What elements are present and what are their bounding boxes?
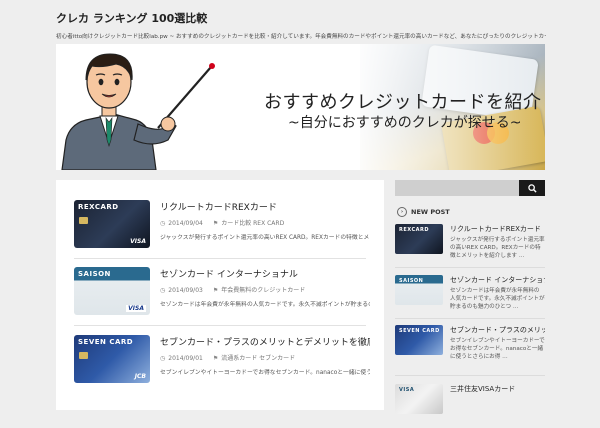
post-list: REXCARD VISA リクルートカードREXカード ◷ 2014/09/04 ⚑… — [56, 180, 384, 410]
post-date: 2014/09/01 — [168, 355, 203, 362]
sidebar-post-item[interactable]: SEVEN CARD セブンカード・プラスのメリットとデメリットを徹底解説 セブ… — [395, 325, 545, 369]
divider — [395, 318, 545, 319]
sidebar-post-item[interactable]: VISA 三井住友VISAカード — [395, 384, 545, 428]
post-category[interactable]: 年会費無料のクレジットカード — [221, 287, 305, 294]
banner-subheadline: ~自分におすすめのクレカが探せる~ — [288, 115, 522, 131]
search-box — [395, 180, 545, 196]
sidebar-post-thumbnail[interactable]: SEVEN CARD — [395, 325, 443, 355]
sidebar-post-excerpt: セブンイレブンやイトーヨーカドーでお得なセブンカード。nanacoと一緒に使うと… — [450, 338, 545, 360]
post-title[interactable]: セブンカード・プラスのメリットとデメリットを徹底解説 — [160, 335, 370, 348]
divider — [74, 325, 366, 326]
divider — [395, 375, 545, 376]
search-input[interactable] — [395, 180, 515, 196]
divider — [395, 267, 545, 268]
sidebar-post-excerpt: セゾンカードは年会費が永年無料の人気カードです。永久不滅ポイントが貯まるのも魅力… — [450, 288, 545, 310]
sidebar-post-thumbnail[interactable]: VISA — [395, 384, 443, 414]
tag-icon: ⚑ — [212, 355, 219, 362]
tag-icon: ⚑ — [212, 287, 219, 294]
arrow-circle-icon: › — [397, 207, 407, 217]
site-title[interactable]: クレカ ランキング 100選比較 — [56, 10, 207, 26]
header-banner[interactable]: おすすめクレジットカードを紹介 ~自分におすすめのクレカが探せる~ — [56, 44, 545, 170]
sidebar-post-excerpt: ジャックスが発行するポイント還元率の高いREX CARD。REXカードの特徴とメ… — [450, 237, 545, 259]
banner-headline: おすすめクレジットカードを紹介 — [264, 92, 542, 113]
clock-icon: ◷ — [160, 287, 166, 294]
post-meta: ◷ 2014/09/03 ⚑ 年会費無料のクレジットカード — [160, 285, 305, 294]
tag-icon: ⚑ — [212, 220, 219, 227]
site-description: 初心者itto向けクレジットカード比較lab.pw ~ おすすめのクレジットカー… — [56, 34, 546, 40]
post-meta: ◷ 2014/09/01 ⚑ 流通系カード セブンカード — [160, 353, 295, 362]
post-item[interactable]: SAISON VISA セゾンカード インターナショナル ◷ 2014/09/03… — [74, 267, 370, 325]
search-icon — [527, 183, 537, 193]
sidebar-post-thumbnail[interactable]: REXCARD — [395, 224, 443, 254]
search-button[interactable] — [519, 180, 545, 196]
sidebar-post-title[interactable]: セブンカード・プラスのメリットとデメリットを徹底解説 — [450, 325, 545, 335]
post-excerpt: ジャックスが発行するポイント還元率の高いREX CARD。REXカードの特徴とメ… — [160, 235, 370, 241]
post-category[interactable]: 流通系カード セブンカード — [221, 355, 295, 362]
post-title[interactable]: リクルートカードREXカード — [160, 200, 370, 213]
sidebar-post-title[interactable]: セゾンカード インターナショナル — [450, 275, 545, 285]
clock-icon: ◷ — [160, 355, 166, 362]
post-excerpt: セゾンカードは年会費が永年無料の人気カードです。永久不滅ポイントが貯まるのも魅力… — [160, 302, 370, 308]
divider — [74, 258, 366, 259]
sidebar-post-item[interactable]: REXCARD リクルートカードREXカード ジャックスが発行するポイント還元率… — [395, 224, 545, 268]
sidebar-post-title[interactable]: 三井住友VISAカード — [450, 384, 545, 394]
presenter-illustration — [61, 53, 215, 170]
clock-icon: ◷ — [160, 220, 166, 227]
post-category[interactable]: カード比較 REX CARD — [221, 220, 284, 227]
post-thumbnail[interactable]: SAISON VISA — [74, 267, 150, 315]
post-title[interactable]: セゾンカード インターナショナル — [160, 267, 370, 280]
post-thumbnail[interactable]: REXCARD VISA — [74, 200, 150, 248]
sidebar-post-item[interactable]: SAISON セゾンカード インターナショナル セゾンカードは年会費が永年無料の… — [395, 275, 545, 319]
post-item[interactable]: SEVEN CARD JCB セブンカード・プラスのメリットとデメリットを徹底解… — [74, 335, 370, 393]
post-date: 2014/09/03 — [168, 287, 203, 294]
sidebar-post-title[interactable]: リクルートカードREXカード — [450, 224, 545, 234]
post-thumbnail[interactable]: SEVEN CARD JCB — [74, 335, 150, 383]
post-meta: ◷ 2014/09/04 ⚑ カード比較 REX CARD — [160, 218, 284, 227]
post-date: 2014/09/04 — [168, 220, 203, 227]
new-post-heading: › NEW POST — [397, 207, 450, 217]
sidebar-post-thumbnail[interactable]: SAISON — [395, 275, 443, 305]
post-excerpt: セブンイレブンやイトーヨーカドーでお得なセブンカード。nanacoと一緒に使うと… — [160, 370, 370, 376]
post-item[interactable]: REXCARD VISA リクルートカードREXカード ◷ 2014/09/04 ⚑… — [74, 200, 370, 258]
